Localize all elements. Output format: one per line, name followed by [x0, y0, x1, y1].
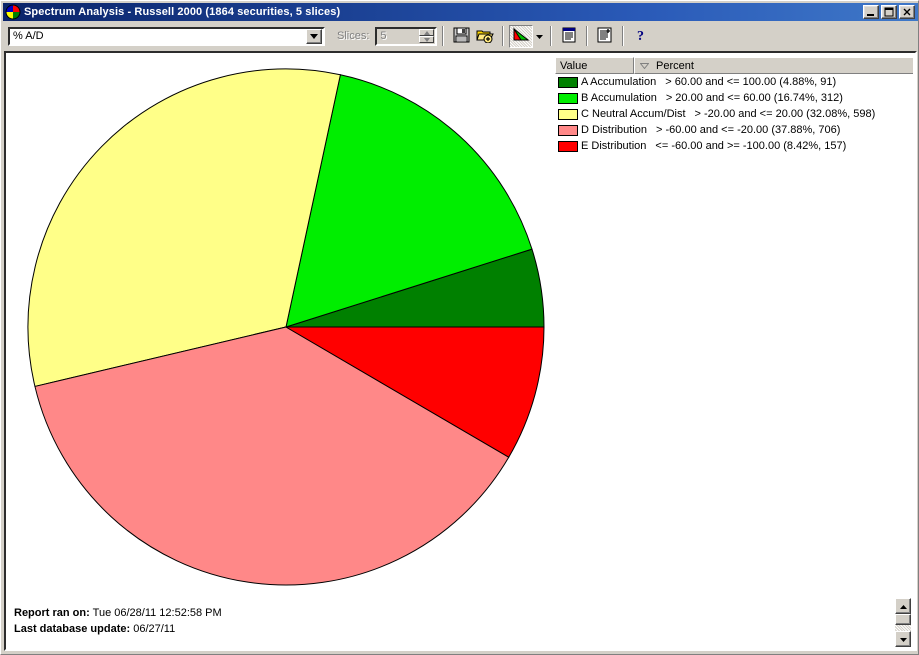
list-add-icon [597, 27, 613, 46]
report-footer: Report ran on: Tue 06/28/11 12:52:58 PM … [14, 605, 222, 637]
save-button[interactable] [449, 25, 473, 48]
question-mark-icon: ? [634, 27, 648, 46]
slices-stepper-buttons[interactable] [419, 29, 435, 43]
pie-chart-svg [27, 68, 545, 586]
db-update-value: 06/27/11 [133, 623, 176, 635]
help-button[interactable]: ? [629, 25, 653, 48]
legend-header: Value Percent [555, 57, 913, 74]
arrow-up-icon[interactable] [419, 29, 435, 36]
legend-row[interactable]: D Distribution > -60.00 and <= -20.00 (37… [555, 122, 913, 138]
chevron-down-icon [535, 30, 543, 42]
report-page: Value Percent A Accumulation > 60.00 and … [8, 55, 913, 647]
toolbar-separator [502, 26, 505, 46]
legend-row-label: E Distribution [581, 140, 647, 152]
slices-stepper-value: 5 [380, 30, 387, 42]
scrollbar-thumb[interactable] [895, 614, 911, 625]
pie-chart-icon [512, 26, 530, 46]
legend-color-swatch [558, 92, 578, 104]
report-view-button[interactable] [557, 25, 581, 48]
minimize-button[interactable] [863, 5, 879, 19]
application-window: Spectrum Analysis - Russell 2000 (1864 s… [0, 0, 919, 655]
report-ran-line: Report ran on: Tue 06/28/11 12:52:58 PM [14, 605, 222, 621]
sort-descending-icon [640, 62, 649, 69]
db-update-label: Last database update: [14, 623, 131, 635]
legend-column-percent-label: Percent [656, 59, 694, 72]
legend-row[interactable]: B Accumulation > 20.00 and <= 60.00 (16.7… [555, 90, 913, 106]
legend-column-percent[interactable]: Percent [634, 57, 913, 74]
arrow-down-icon[interactable] [419, 36, 435, 43]
legend-row[interactable]: E Distribution <= -60.00 and >= -100.00 (… [555, 138, 913, 154]
open-button[interactable] [473, 25, 497, 48]
floppy-disk-icon [453, 27, 470, 46]
pie-chart [16, 57, 556, 597]
toolbar-separator [550, 26, 553, 46]
legend-row-range: > 20.00 and <= 60.00 (16.74%, 312) [665, 92, 843, 104]
report-client-area: Value Percent A Accumulation > 60.00 and … [4, 51, 917, 651]
legend-row-label: D Distribution [581, 124, 648, 136]
legend-color-swatch [558, 140, 578, 152]
dataset-select-value: % A/D [13, 30, 44, 42]
dataset-select[interactable]: % A/D [8, 26, 325, 46]
legend-color-swatch [558, 124, 578, 136]
legend-color-swatch [558, 76, 578, 88]
vertical-scrollbar[interactable] [895, 598, 911, 647]
legend-row[interactable]: A Accumulation > 60.00 and <= 100.00 (4.8… [555, 74, 913, 90]
legend-row-range: > 60.00 and <= 100.00 (4.88%, 91) [665, 76, 837, 88]
legend-column-value[interactable]: Value [555, 57, 634, 74]
legend-color-swatch [558, 108, 578, 120]
legend-row[interactable]: C Neutral Accum/Dist > -20.00 and <= 20.0… [555, 106, 913, 122]
pie-chart-icon [5, 4, 21, 20]
legend-row-label: C Neutral Accum/Dist [581, 108, 686, 120]
add-report-button[interactable] [593, 25, 617, 48]
maximize-button[interactable] [881, 5, 897, 19]
legend-row-label: A Accumulation [581, 76, 657, 88]
chart-legend: Value Percent A Accumulation > 60.00 and … [555, 57, 913, 154]
toolbar-separator [586, 26, 589, 46]
toolbar-separator [622, 26, 625, 46]
slices-stepper[interactable]: 5 [375, 26, 438, 46]
arrow-up-icon [899, 600, 907, 612]
close-button[interactable] [899, 5, 915, 19]
legend-row-label: B Accumulation [581, 92, 657, 104]
toolbar: % A/D Slices: 5 ? [3, 23, 918, 49]
open-folder-icon [476, 27, 495, 46]
window-title: Spectrum Analysis - Russell 2000 (1864 s… [24, 6, 341, 18]
chevron-down-icon[interactable] [306, 28, 322, 44]
svg-text:?: ? [637, 29, 644, 43]
chart-type-button[interactable] [509, 24, 534, 48]
legend-column-value-label: Value [560, 59, 588, 72]
chart-type-dropdown[interactable] [533, 25, 545, 48]
report-ran-value: Tue 06/28/11 12:52:58 PM [92, 607, 222, 619]
legend-row-range: > -60.00 and <= -20.00 (37.88%, 706) [656, 124, 841, 136]
list-report-icon [561, 27, 577, 46]
legend-rows: A Accumulation > 60.00 and <= 100.00 (4.8… [555, 74, 913, 154]
scroll-down-button[interactable] [895, 631, 911, 647]
report-ran-label: Report ran on: [14, 607, 90, 619]
db-update-line: Last database update: 06/27/11 [14, 621, 222, 637]
toolbar-separator [442, 26, 445, 46]
scroll-up-button[interactable] [895, 598, 911, 614]
slices-label: Slices: [337, 30, 370, 42]
window-controls [863, 5, 918, 19]
legend-row-range: > -20.00 and <= 20.00 (32.08%, 598) [694, 108, 876, 120]
legend-row-range: <= -60.00 and >= -100.00 (8.42%, 157) [655, 140, 847, 152]
arrow-down-icon [899, 633, 907, 645]
title-bar: Spectrum Analysis - Russell 2000 (1864 s… [3, 3, 918, 21]
